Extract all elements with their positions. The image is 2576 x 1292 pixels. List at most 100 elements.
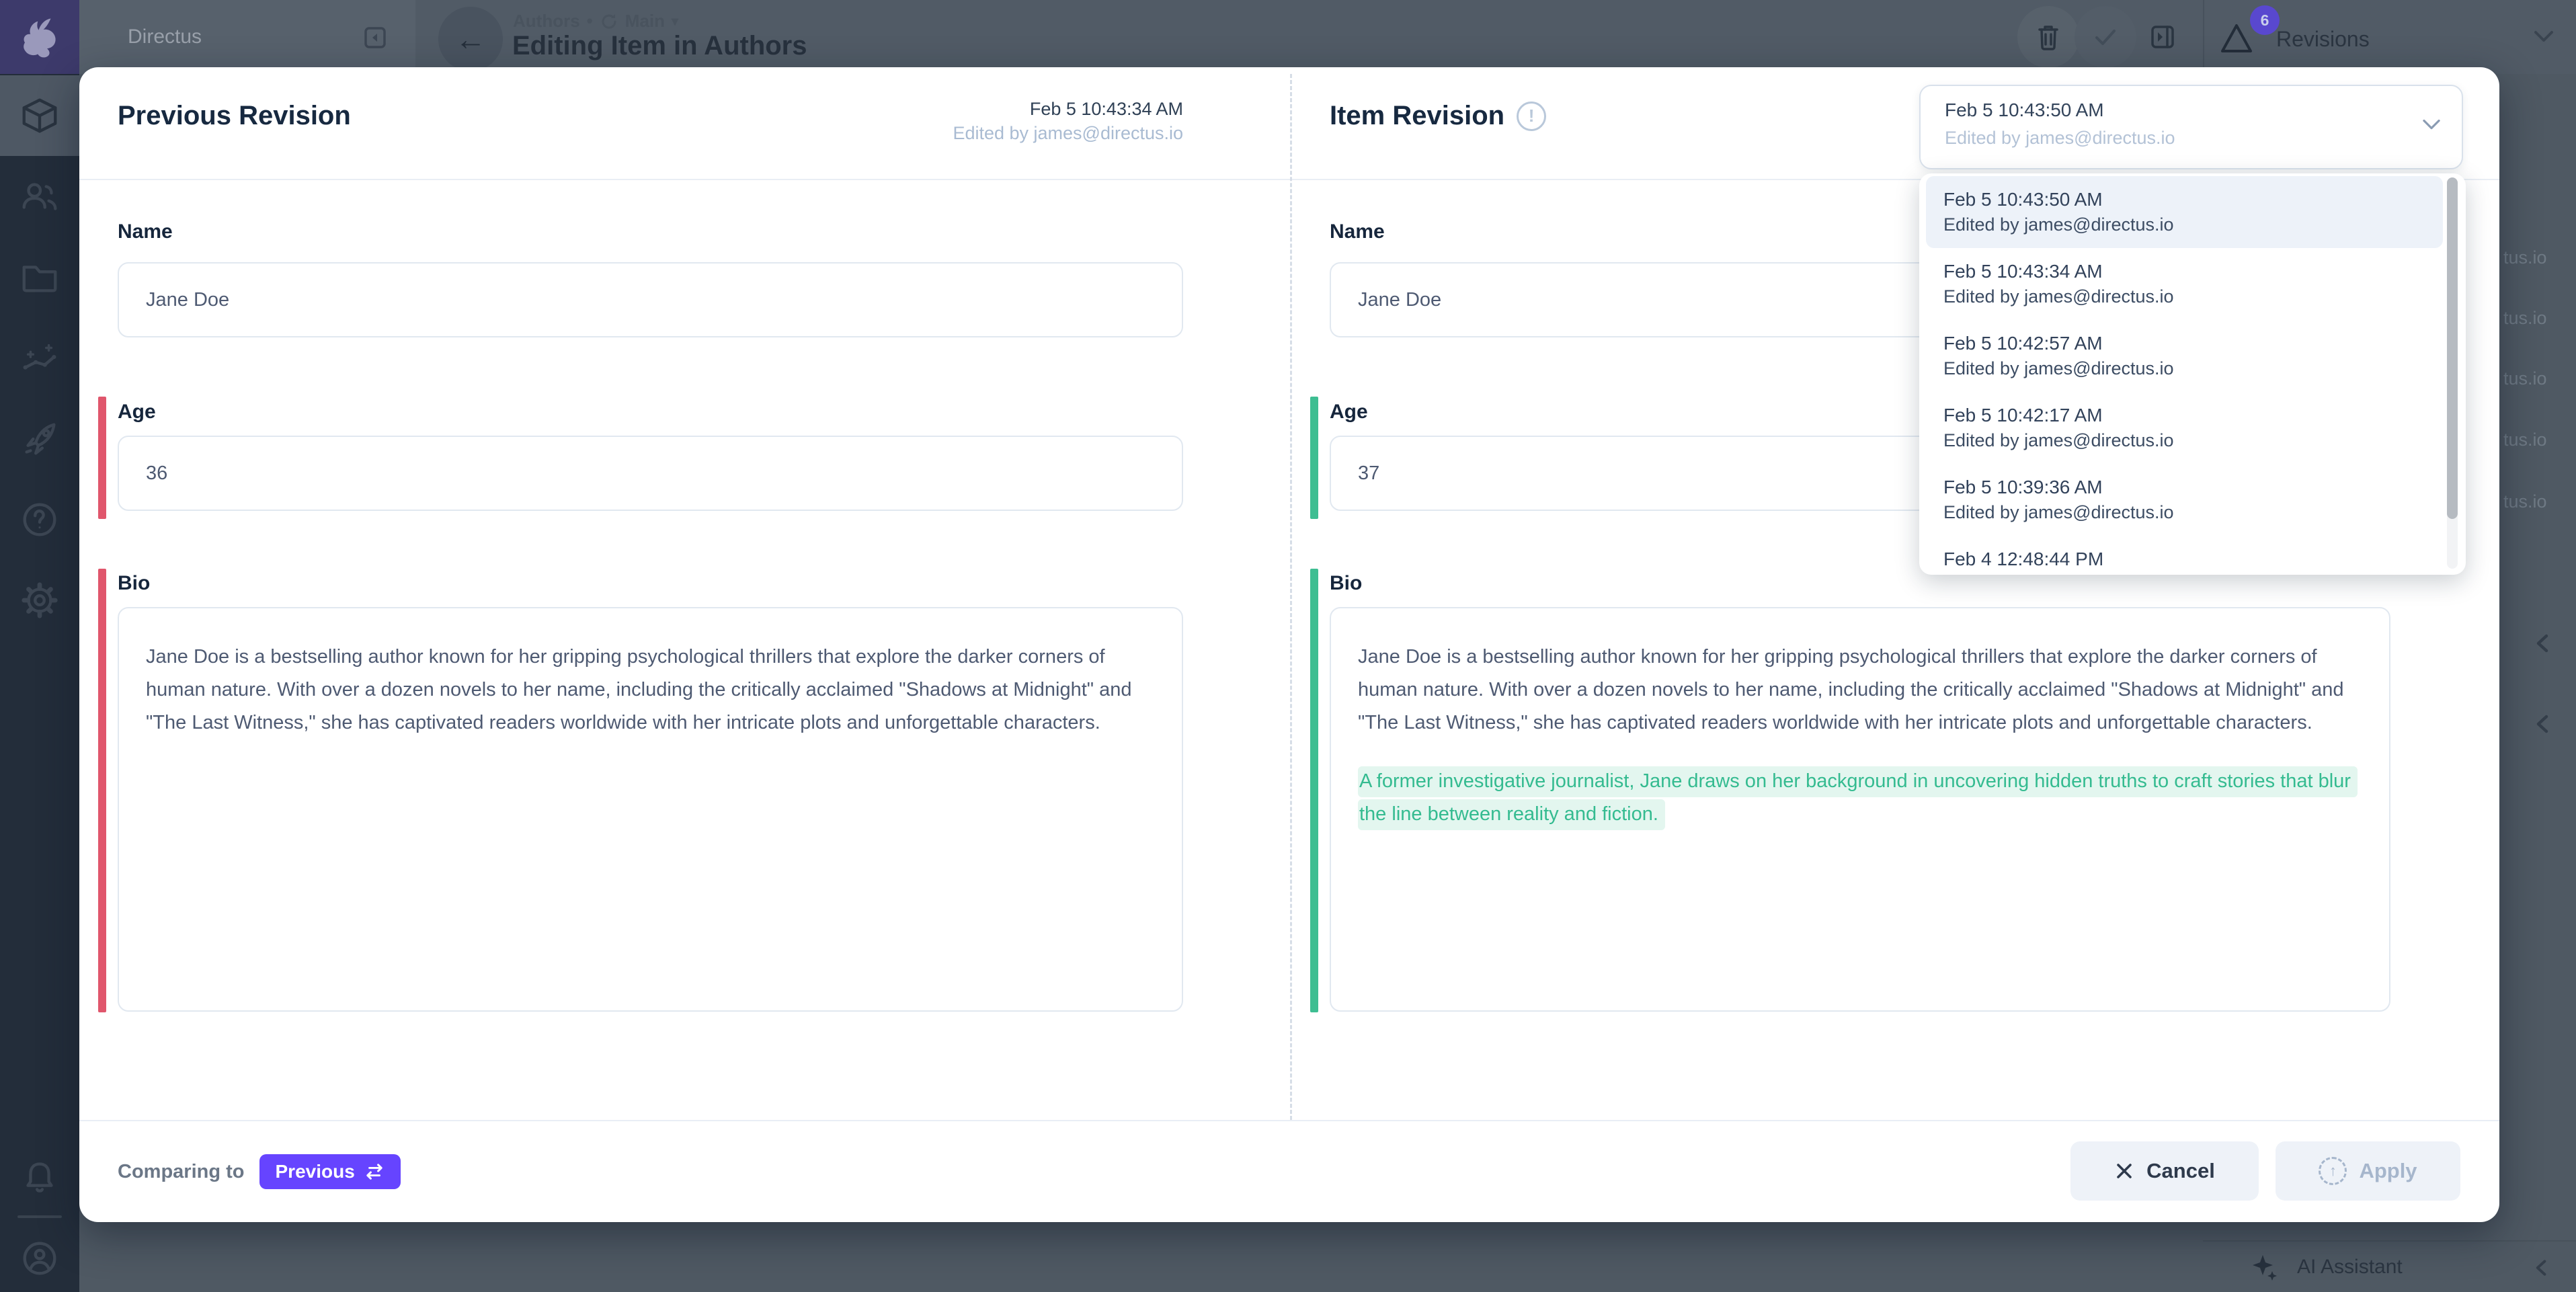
save-button[interactable] [2075, 6, 2136, 68]
field-label-age: Age [1330, 401, 1368, 423]
module-bar [0, 0, 79, 1292]
revision-option-time: Feb 5 10:43:34 AM [1943, 261, 2443, 282]
swap-arrows-icon [364, 1163, 385, 1180]
revision-option[interactable]: Feb 5 10:42:57 AM Edited by james@direct… [1926, 320, 2443, 392]
field-label-name: Name [1330, 220, 1385, 243]
insights-icon [19, 337, 61, 379]
age-input-previous: 36 [118, 436, 1183, 511]
revisions-sidebar-title: Revisions [2276, 27, 2370, 52]
compare-target-button[interactable]: Previous [259, 1154, 401, 1189]
revision-dropdown-menu: Feb 5 10:43:50 AM Edited by james@direct… [1919, 173, 2466, 575]
module-users[interactable] [0, 157, 79, 237]
collapse-sidebar-icon[interactable] [362, 24, 389, 54]
delta-icon [2218, 20, 2255, 60]
revision-option-time: Feb 5 10:42:57 AM [1943, 333, 2443, 354]
revision-option[interactable]: Feb 5 10:39:36 AM Edited by james@direct… [1926, 464, 2443, 536]
revision-option-time: Feb 4 12:48:44 PM [1943, 549, 2443, 570]
column-divider [1290, 74, 1292, 1120]
item-revision-title: Item Revision [1330, 101, 1504, 131]
revision-option[interactable]: Feb 5 10:43:34 AM Edited by james@direct… [1926, 248, 2443, 320]
bio-added-text: A former investigative journalist, Jane … [1358, 766, 2358, 830]
chevron-down-icon[interactable] [2532, 28, 2556, 49]
project-name: Directus [128, 26, 202, 48]
breadcrumb-separator: • [587, 11, 593, 32]
module-content[interactable] [0, 75, 79, 156]
bio-textarea-previous: Jane Doe is a bestselling author known f… [118, 607, 1183, 1012]
users-icon [19, 176, 61, 218]
close-x-icon [2114, 1161, 2134, 1181]
delete-button[interactable] [2017, 6, 2079, 68]
module-help[interactable] [0, 479, 79, 560]
revision-option-edited-by: Edited by james@directus.io [1943, 214, 2443, 235]
gear-icon [19, 579, 61, 621]
chevron-left-icon[interactable] [2532, 632, 2554, 658]
ai-assistant-bar[interactable]: AI Assistant [2203, 1240, 2576, 1292]
expand-panel-icon [2146, 20, 2179, 54]
previous-revision-timestamp: Feb 5 10:43:34 AM [118, 97, 1183, 121]
sparkle-icon [2250, 1252, 2280, 1282]
clipped-revision-text: tus.io [2503, 430, 2547, 450]
back-button[interactable]: ← [438, 7, 503, 71]
notifications-button[interactable] [0, 1136, 79, 1217]
rocket-icon [19, 418, 61, 460]
breadcrumb-collection: Authors [513, 11, 580, 32]
clipped-revision-text: tus.io [2503, 368, 2547, 389]
revision-option[interactable]: Feb 5 10:43:50 AM Edited by james@direct… [1926, 176, 2443, 248]
clipped-revision-text: tus.io [2503, 491, 2547, 512]
revision-select[interactable]: Feb 5 10:43:50 AM Edited by james@direct… [1919, 85, 2463, 169]
check-icon [2089, 20, 2122, 54]
folder-icon [19, 257, 61, 298]
cancel-label: Cancel [2146, 1159, 2215, 1183]
back-arrow-icon: ← [455, 24, 486, 54]
nav-header: Directus [79, 0, 415, 74]
bell-icon [19, 1156, 61, 1197]
revision-option-time: Feb 5 10:39:36 AM [1943, 477, 2443, 498]
chevron-down-icon: ▾ [672, 13, 678, 30]
selected-revision-edited-by: Edited by james@directus.io [1945, 128, 2462, 149]
revision-option-time: Feb 5 10:42:17 AM [1943, 405, 2443, 426]
revisions-sidebar-clipped: tus.io tus.io tus.io tus.io tus.io [2499, 74, 2576, 1240]
cancel-button[interactable]: Cancel [2070, 1141, 2259, 1201]
module-insights[interactable] [0, 318, 79, 399]
comparing-to-label: Comparing to [118, 1161, 245, 1183]
info-icon[interactable]: ! [1517, 102, 1546, 131]
changed-field-bar [98, 569, 106, 1012]
topbar: Directus ← Authors • Main ▾ Editing Item… [79, 0, 2576, 74]
chevron-left-icon [2532, 1258, 2552, 1281]
box-icon [19, 95, 61, 136]
module-settings[interactable] [0, 560, 79, 641]
bio-textarea-revision: Jane Doe is a bestselling author known f… [1330, 607, 2390, 1012]
revision-option[interactable]: Feb 5 10:42:17 AM Edited by james@direct… [1926, 392, 2443, 464]
expand-panel-button[interactable] [2132, 6, 2193, 68]
ai-assistant-label: AI Assistant [2297, 1256, 2403, 1279]
version-cycle-icon [600, 12, 618, 31]
revision-option[interactable]: Feb 4 12:48:44 PM Edited by james@direct… [1926, 536, 2443, 575]
bio-paragraph: Jane Doe is a bestselling author known f… [146, 641, 1155, 739]
avatar-icon [19, 1238, 61, 1279]
chevron-down-icon [2420, 117, 2443, 136]
field-label-name: Name [118, 220, 173, 243]
module-files[interactable] [0, 237, 79, 318]
apply-upload-icon: ↑ [2319, 1157, 2347, 1185]
chevron-left-icon[interactable] [2532, 713, 2554, 739]
compare-target-label: Previous [276, 1161, 355, 1182]
clipped-revision-text: tus.io [2503, 247, 2547, 268]
bio-paragraph: Jane Doe is a bestselling author known f… [1358, 641, 2362, 739]
directus-rabbit-icon [17, 15, 62, 59]
directus-logo[interactable] [0, 0, 79, 74]
help-icon [19, 499, 61, 540]
breadcrumb[interactable]: Authors • Main ▾ [513, 11, 678, 32]
revisions-count-badge: 6 [2250, 5, 2280, 35]
apply-button[interactable]: ↑ Apply [2276, 1141, 2460, 1201]
module-marketplace[interactable] [0, 399, 79, 479]
account-button[interactable] [0, 1218, 79, 1292]
scrollbar-thumb[interactable] [2447, 177, 2458, 519]
name-input-previous: Jane Doe [118, 262, 1183, 337]
revision-option-edited-by: Edited by james@directus.io [1943, 574, 2443, 575]
field-label-age: Age [118, 401, 156, 423]
clipped-revision-text: tus.io [2503, 308, 2547, 329]
page-title: Editing Item in Authors [512, 31, 807, 61]
screen: Directus ← Authors • Main ▾ Editing Item… [0, 0, 2576, 1292]
revision-option-edited-by: Edited by james@directus.io [1943, 286, 2443, 307]
changed-field-bar [1310, 569, 1318, 1012]
